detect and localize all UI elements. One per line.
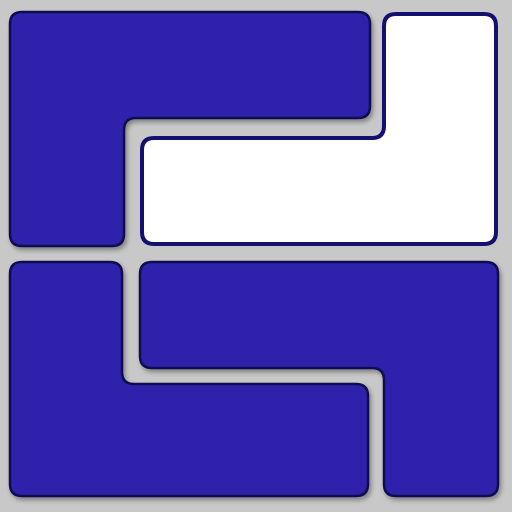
interlocking-blocks-logo	[0, 0, 512, 512]
